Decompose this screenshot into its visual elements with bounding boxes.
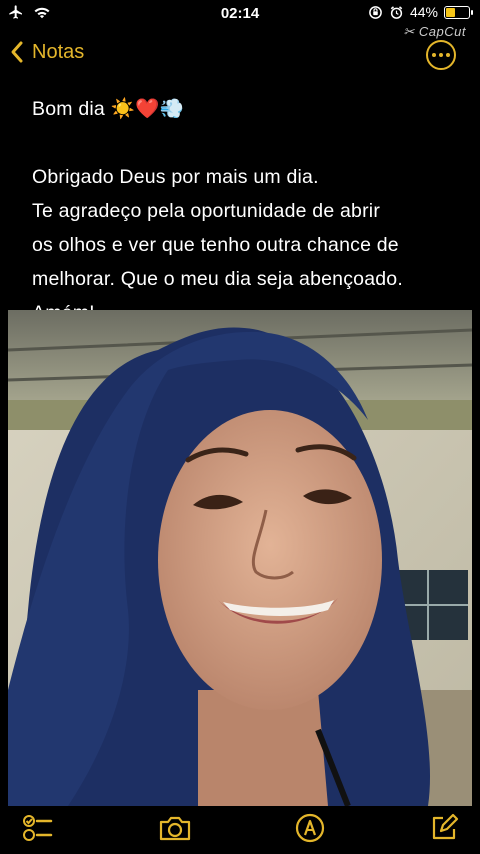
- camera-button[interactable]: [157, 810, 193, 846]
- alarm-icon: [390, 5, 403, 19]
- note-body[interactable]: Bom dia ☀️❤️💨 Obrigado Deus por mais um …: [32, 92, 452, 330]
- back-button[interactable]: Notas: [10, 40, 84, 64]
- battery-level: [446, 7, 455, 17]
- note-line: os olhos e ver que tenho outra chance de: [32, 234, 399, 256]
- back-label: Notas: [32, 40, 85, 63]
- status-right: 44%: [368, 4, 473, 20]
- checklist-button[interactable]: [20, 810, 56, 846]
- markup-pen-icon: [295, 813, 325, 843]
- more-options-button[interactable]: [426, 40, 456, 70]
- compose-button[interactable]: [426, 810, 462, 846]
- note-line: Obrigado Deus por mais um dia.: [32, 166, 319, 188]
- compose-icon: [432, 813, 459, 840]
- battery-tip: [471, 9, 473, 15]
- ellipsis-circle-icon: [432, 53, 450, 57]
- bottom-toolbar: [0, 806, 480, 854]
- chevron-left-icon: [11, 41, 23, 63]
- checklist-icon: [23, 815, 53, 841]
- attached-photo[interactable]: [8, 310, 472, 806]
- camera-icon: [159, 816, 191, 841]
- battery-percent: 44%: [409, 4, 438, 20]
- note-line: Te agradeço pela oportunidade de abrir: [32, 200, 381, 222]
- note-greeting: Bom dia ☀️❤️💨: [32, 98, 184, 120]
- status-bar: 02:14 44% ✂︎ CapCut: [0, 0, 480, 39]
- battery-icon: [444, 5, 473, 19]
- markup-button[interactable]: [292, 810, 328, 846]
- nav-bar: Notas: [0, 36, 480, 76]
- orientation-lock-icon: [369, 5, 382, 19]
- selfie-image: [8, 310, 472, 806]
- note-line: melhorar. Que o meu dia seja abençoado.: [32, 268, 403, 290]
